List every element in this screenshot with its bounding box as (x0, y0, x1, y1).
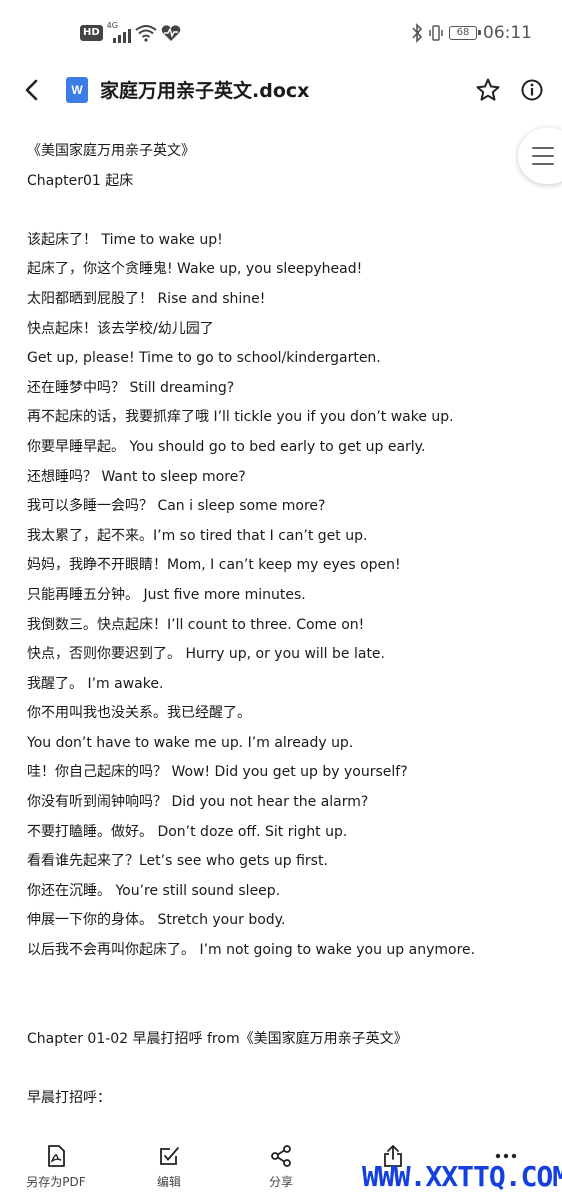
document-line: 你还在沉睡。 You’re still sound sleep. (27, 882, 281, 899)
share-button[interactable]: 分享 (236, 1144, 326, 1196)
back-button[interactable] (18, 76, 46, 104)
cellular-signal-icon: 4G (107, 21, 131, 43)
edit-label: 编辑 (156, 1175, 181, 1189)
document-line: 早晨打招呼： (27, 1090, 111, 1106)
document-line: 伸展一下你的身体。 Stretch your body. (27, 912, 286, 929)
battery-level: 68 (456, 27, 470, 38)
edit-icon (160, 1147, 179, 1165)
favorite-button[interactable] (474, 76, 502, 104)
document-line: 快点，否则你要迟到了。 Hurry up, or you will be lat… (27, 646, 385, 663)
document-line: 不要打瞌睡。做好。 Don’t doze off. Sit right up. (27, 823, 348, 840)
health-heart-icon (161, 25, 180, 41)
share-label: 分享 (268, 1175, 293, 1189)
save-as-pdf-button[interactable]: 另存为PDF (11, 1144, 101, 1196)
battery-icon: 68 (449, 26, 481, 40)
document-line: 起床了，你这个贪睡鬼! Wake up, you sleepyhead! (27, 261, 363, 278)
info-icon (521, 79, 543, 101)
document-line: You don’t have to wake me up. I’m alread… (27, 734, 354, 751)
menu-icon (532, 147, 554, 171)
document-line: 快点起床！该去学校/幼儿园了 (27, 320, 214, 337)
document-line: 看看谁先起来了？Let’s see who gets up first. (27, 853, 328, 870)
status-right: 68 06:11 (411, 22, 532, 44)
floating-menu-button[interactable] (518, 128, 562, 184)
pdf-icon (48, 1145, 65, 1167)
document-title: 家庭万用亲子英文.docx (100, 80, 310, 102)
vibrate-icon (429, 25, 443, 41)
document-line: 该起床了！ Time to wake up! (27, 231, 223, 248)
hd-badge: HD (80, 25, 103, 41)
document-line: 太阳都晒到屁股了！ Rise and shine! (27, 290, 266, 307)
wifi-icon (135, 25, 157, 42)
document-line: 妈妈，我睁不开眼睛！Mom, I can’t keep my eyes open… (27, 557, 401, 574)
back-arrow-icon (25, 79, 38, 101)
document-line: 哇！你自己起床的吗？ Wow! Did you get up by yourse… (27, 764, 408, 781)
document-line: 以后我不会再叫你起床了。 I’m not going to wake you u… (27, 942, 476, 959)
document-line: 你不用叫我也没关系。我已经醒了。 (27, 705, 251, 722)
document-line: 你要早睡早起。 You should go to bed early to ge… (27, 438, 426, 455)
share-icon (271, 1145, 291, 1167)
info-button[interactable] (518, 76, 546, 104)
status-bar: HD 4G 68 06:11 (0, 0, 562, 64)
edit-button[interactable]: 编辑 (124, 1144, 214, 1196)
status-time: 06:11 (483, 23, 532, 43)
bluetooth-icon (412, 23, 423, 43)
document-line: 我可以多睡一会吗？ Can i sleep some more? (27, 498, 326, 515)
document-line: 再不起床的话，我要抓痒了哦 I’ll tickle you if you don… (27, 409, 454, 426)
document-content: 《美国家庭万用亲子英文》 Chapter01 起床 该起床了！ Time to w… (27, 137, 507, 1114)
document-line: Chapter 01-02 早晨打招呼 from《美国家庭万用亲子英文》 (27, 1030, 408, 1047)
document-line: 《美国家庭万用亲子英文》 (27, 143, 195, 159)
watermark-text: WWW.XXTTQ.COM (362, 1160, 562, 1193)
status-left: HD 4G (80, 21, 181, 44)
document-line: 我太累了，起不来。I’m so tired that I can’t get u… (27, 527, 368, 544)
star-icon (476, 78, 500, 101)
app-header: W 家庭万用亲子英文.docx (0, 64, 562, 116)
document-line: 你没有听到闹钟响吗？ Did you not hear the alarm? (27, 794, 369, 811)
document-line: 我醒了。 I’m awake. (27, 675, 164, 692)
save-as-pdf-label: 另存为PDF (26, 1175, 86, 1189)
document-line: 还在睡梦中吗？ Still dreaming? (27, 379, 235, 396)
document-line: 只能再睡五分钟。 Just five more minutes. (27, 586, 306, 603)
document-line: 还想睡吗？ Want to sleep more? (27, 468, 246, 485)
word-doc-icon: W (66, 77, 88, 103)
document-line: Get up, please! Time to go to school/kin… (27, 350, 381, 367)
document-line: 我倒数三。快点起床！I’ll count to three. Come on! (27, 616, 365, 633)
document-line: Chapter01 起床 (27, 172, 134, 189)
